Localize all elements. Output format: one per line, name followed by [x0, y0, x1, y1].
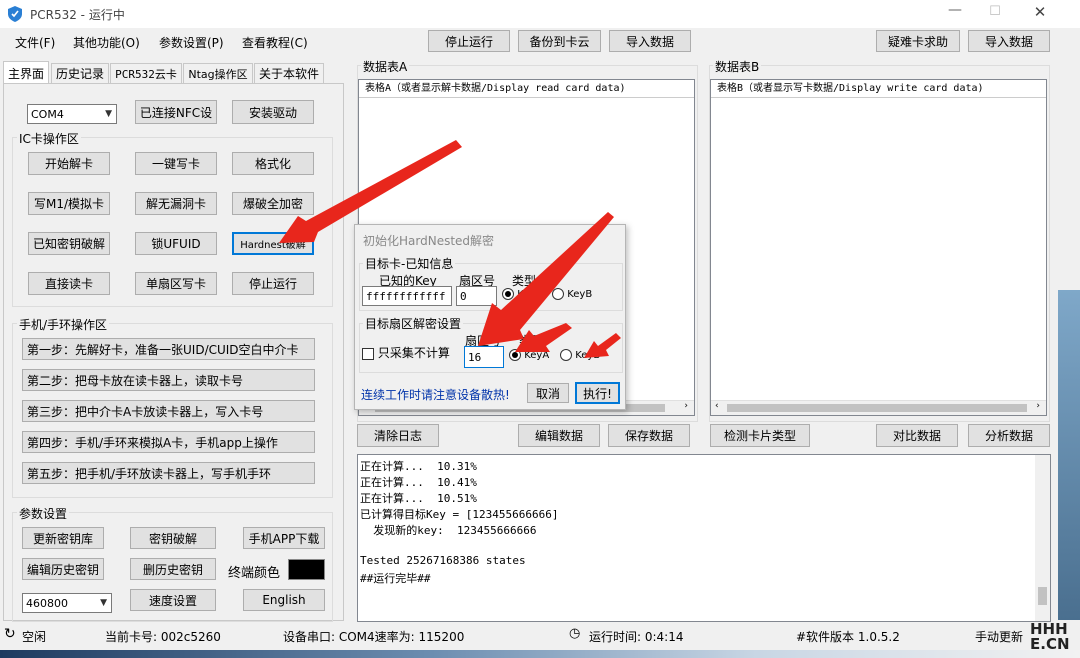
arrow-to-keya	[515, 323, 572, 352]
status-idle: 空闲	[22, 630, 47, 644]
refresh-icon: ↻	[4, 626, 16, 642]
arrow-to-sector	[478, 212, 614, 346]
status-port: 设备串口: COM4速率为: 115200	[283, 630, 465, 644]
desktop-strip	[1058, 290, 1080, 620]
arrow-to-hardnest	[279, 140, 462, 243]
annotation-arrows	[279, 140, 621, 358]
arrow-to-keyb	[584, 333, 621, 358]
manual-update-link[interactable]: 手动更新	[975, 628, 1023, 645]
watermark: HHH E.CN	[1030, 620, 1070, 653]
status-card: 当前卡号: 002c5260	[105, 630, 221, 644]
status-version: #软件版本 1.0.5.2	[796, 630, 900, 644]
clock-icon: ◷	[569, 626, 581, 641]
status-runtime: 运行时间: 0:4:14	[589, 630, 684, 644]
taskbar-strip	[0, 650, 1080, 658]
